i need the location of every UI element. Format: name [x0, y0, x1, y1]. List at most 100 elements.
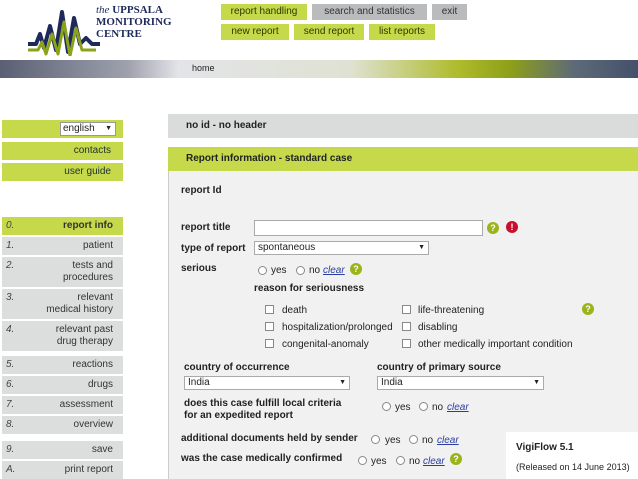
step-label-line1: relevant [77, 292, 113, 303]
breadcrumb-home[interactable]: home [192, 63, 215, 73]
medically-confirmed-yes-radio[interactable] [358, 456, 367, 465]
language-select[interactable]: english ▼ [60, 122, 116, 136]
medically-confirmed-clear-link[interactable]: clear [423, 456, 445, 467]
tab-new-report[interactable]: new report [221, 24, 289, 40]
medically-confirmed-label: was the case medically confirmed [181, 453, 343, 464]
tab-list-reports[interactable]: list reports [369, 24, 435, 40]
step-label-line2: drug therapy [56, 336, 113, 347]
help-icon[interactable]: ? [487, 222, 499, 234]
sidebar-step-save[interactable]: 9. save [2, 441, 123, 459]
version-info: VigiFlow 5.1 (Released on 14 June 2013) [506, 432, 638, 479]
type-of-report-select[interactable]: spontaneous ▼ [254, 241, 429, 255]
report-id-header-text: no id - no header [186, 120, 267, 131]
country-occurrence-value: India [188, 377, 210, 388]
medically-confirmed-yes-label: yes [371, 456, 387, 467]
reason-hospitalization-checkbox[interactable] [265, 322, 274, 331]
chevron-down-icon: ▼ [339, 379, 346, 386]
logo-centre: CENTRE [96, 28, 142, 40]
expedited-no-radio[interactable] [419, 402, 428, 411]
serious-no-radio[interactable] [296, 266, 305, 275]
reason-congenital-label: congenital-anomaly [282, 339, 369, 350]
tab-report-handling[interactable]: report handling [221, 4, 307, 20]
additional-docs-yes-label: yes [385, 435, 401, 446]
step-number: 3. [6, 292, 15, 303]
serious-label: serious [181, 263, 217, 274]
sidebar-link-user-guide[interactable]: user guide [2, 163, 123, 181]
sidebar-step-assessment[interactable]: 7. assessment [2, 396, 123, 414]
reason-disabling-label: disabling [418, 322, 458, 333]
tab-send-report[interactable]: send report [294, 24, 364, 40]
step-label: relevant medical history [46, 292, 113, 316]
sidebar-step-patient[interactable]: 1. patient [2, 237, 123, 255]
additional-docs-yes-radio[interactable] [371, 435, 380, 444]
reason-seriousness-label: reason for seriousness [254, 283, 365, 294]
sidebar-step-drug-therapy[interactable]: 4. relevant past drug therapy [2, 321, 123, 351]
step-label: drugs [87, 379, 113, 390]
section-title: Report information - standard case [186, 153, 353, 164]
step-label: tests and procedures [63, 260, 113, 284]
sidebar-step-tests[interactable]: 2. tests and procedures [2, 257, 123, 287]
step-label: save [91, 444, 113, 455]
report-title-input[interactable] [254, 220, 483, 236]
expedited-clear-link[interactable]: clear [447, 402, 469, 413]
sidebar-step-print-report[interactable]: A. print report [2, 461, 123, 479]
medically-confirmed-no-radio[interactable] [396, 456, 405, 465]
chevron-down-icon: ▼ [418, 244, 425, 251]
tab-search-statistics[interactable]: search and statistics [312, 4, 427, 20]
report-title-label: report title [181, 222, 231, 233]
additional-docs-no-radio[interactable] [409, 435, 418, 444]
type-of-report-label: type of report [181, 243, 246, 254]
additional-docs-clear-link[interactable]: clear [437, 435, 459, 446]
help-icon[interactable]: ? [350, 263, 362, 275]
expedited-label-line1: does this case fulfill local criteria [184, 398, 342, 409]
help-icon[interactable]: ? [582, 303, 594, 315]
serious-yes-radio[interactable] [258, 266, 267, 275]
reason-death-checkbox[interactable] [265, 305, 274, 314]
version-release-date: (Released on 14 June 2013) [516, 462, 630, 472]
report-id-label: report Id [181, 185, 222, 196]
warning-icon: ! [506, 221, 518, 233]
step-label: overview [73, 419, 113, 430]
country-occurrence-select[interactable]: India ▼ [184, 376, 350, 390]
reason-death-label: death [282, 305, 308, 316]
additional-docs-no-label: no [422, 435, 434, 446]
step-number: 1. [6, 240, 15, 251]
step-number: 6. [6, 379, 15, 390]
step-label-line2: procedures [62, 272, 113, 283]
tab-exit[interactable]: exit [432, 4, 467, 20]
expedited-label-line2: for an expedited report [184, 410, 293, 421]
reason-congenital-checkbox[interactable] [265, 339, 274, 348]
sidebar-step-overview[interactable]: 8. overview [2, 416, 123, 434]
step-number: 5. [6, 359, 15, 370]
country-source-select[interactable]: India ▼ [377, 376, 544, 390]
step-number: 7. [6, 399, 15, 410]
banner: home [0, 60, 638, 78]
serious-clear-link[interactable]: clear [323, 265, 345, 276]
step-label-line2: medical history [46, 304, 113, 315]
country-source-label: country of primary source [377, 362, 501, 373]
reason-life-threatening-label: life-threatening [418, 305, 485, 316]
expedited-yes-radio[interactable] [382, 402, 391, 411]
reason-disabling-checkbox[interactable] [402, 322, 411, 331]
help-icon[interactable]: ? [450, 453, 462, 465]
step-number: 2. [6, 260, 15, 271]
sidebar-step-drugs[interactable]: 6. drugs [2, 376, 123, 394]
sidebar-link-contacts[interactable]: contacts [2, 142, 123, 160]
step-number: 8. [6, 419, 15, 430]
country-source-value: India [381, 377, 403, 388]
additional-docs-label: additional documents held by sender [181, 433, 358, 444]
step-label-line1: tests and [72, 260, 113, 271]
medically-confirmed-no-label: no [409, 456, 421, 467]
sidebar-step-reactions[interactable]: 5. reactions [2, 356, 123, 374]
chevron-down-icon: ▼ [533, 379, 540, 386]
sidebar-step-report-info[interactable]: 0. report info [2, 217, 123, 235]
sidebar-step-medical-history[interactable]: 3. relevant medical history [2, 289, 123, 319]
step-label: assessment [59, 399, 113, 410]
logo-uppsala: UPPSALA [112, 4, 163, 16]
step-label: reactions [72, 359, 113, 370]
report-id-header: no id - no header [168, 114, 638, 138]
reason-life-threatening-checkbox[interactable] [402, 305, 411, 314]
reason-other-checkbox[interactable] [402, 339, 411, 348]
expedited-no-label: no [432, 402, 444, 413]
step-number: 9. [6, 444, 15, 455]
